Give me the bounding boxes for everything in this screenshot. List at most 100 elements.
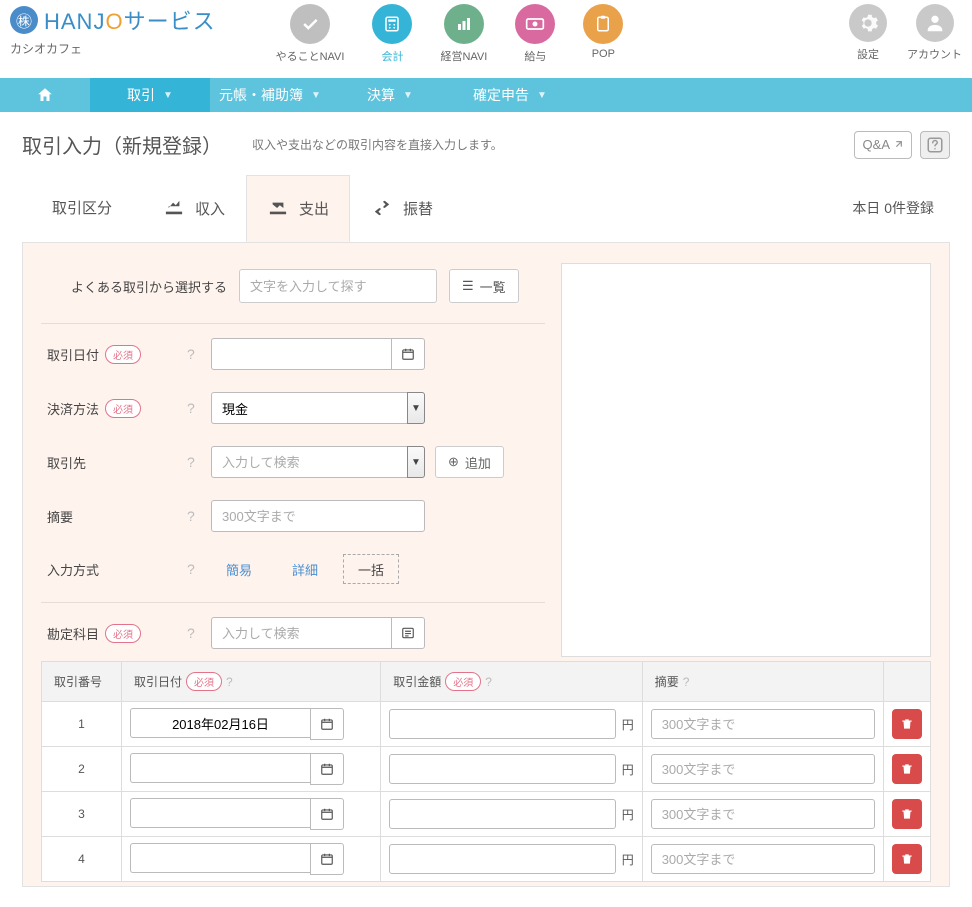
calendar-icon[interactable] [310, 753, 344, 785]
app-todo[interactable]: やることNAVI [276, 4, 345, 64]
nav-transactions[interactable]: 取引▼ [90, 78, 210, 112]
field-partner: 取引先 ? ▼ ⊕ 追加 [41, 432, 545, 486]
row-date-input[interactable] [130, 708, 310, 738]
help-icon[interactable]: ? [485, 675, 492, 689]
page-description: 収入や支出などの取引内容を直接入力します。 [252, 136, 503, 153]
nav-taxreturn[interactable]: 確定申告▼ [450, 78, 570, 112]
add-partner-button[interactable]: ⊕ 追加 [435, 446, 504, 478]
type-tab-income[interactable]: 収入 [142, 175, 246, 241]
top-right-controls: 設定 アカウント [849, 4, 962, 62]
required-badge: 必須 [105, 399, 141, 418]
home-icon [36, 86, 54, 104]
help-icon[interactable]: ? [187, 400, 211, 416]
app-switcher: やることNAVI 会計 経営NAVI 給与 POP [276, 4, 624, 64]
trash-icon [900, 717, 914, 731]
today-count: 本日 0件登録 [852, 198, 950, 218]
row-amount-input[interactable] [389, 709, 615, 739]
user-icon [916, 4, 954, 42]
brand-logo-icon: ㊑ [10, 6, 38, 34]
delete-row-button[interactable] [892, 844, 922, 874]
help-icon[interactable]: ? [187, 508, 211, 524]
nav-ledger[interactable]: 元帳・補助簿▼ [210, 78, 330, 112]
payment-method-select[interactable]: ▼ [211, 392, 425, 424]
calendar-icon[interactable] [391, 338, 425, 370]
required-badge: 必須 [105, 624, 141, 643]
calendar-icon[interactable] [310, 843, 344, 875]
row-summary-input[interactable] [651, 844, 875, 874]
type-tab-expense[interactable]: 支出 [246, 175, 350, 242]
table-row: 3円 [42, 792, 931, 837]
chevron-down-icon: ▼ [537, 90, 547, 101]
chevron-down-icon: ▼ [403, 90, 413, 101]
transaction-date-input[interactable] [211, 338, 391, 370]
mode-batch-button[interactable]: 一括 [343, 554, 399, 584]
app-management[interactable]: 経営NAVI [440, 4, 487, 64]
row-number: 1 [42, 702, 122, 747]
help-icon [926, 136, 944, 154]
nav-closing[interactable]: 決算▼ [330, 78, 450, 112]
payment-method-input[interactable] [211, 392, 407, 424]
top-header: ㊑ HANJOサービス カシオカフェ やることNAVI 会計 経営NAVI [0, 0, 972, 72]
table-row: 2円 [42, 747, 931, 792]
row-amount-input[interactable] [389, 754, 615, 784]
chevron-down-icon[interactable]: ▼ [407, 392, 425, 424]
common-transaction-search: よくある取引から選択する ☰ 一覧 [41, 263, 545, 324]
app-pop[interactable]: POP [583, 4, 623, 64]
nav-home[interactable] [0, 78, 90, 112]
search-input[interactable] [239, 269, 437, 303]
delete-row-button[interactable] [892, 754, 922, 784]
settings-button[interactable]: 設定 [849, 4, 887, 62]
external-icon [893, 140, 903, 150]
summary-input[interactable] [211, 500, 425, 532]
row-date-input[interactable] [130, 798, 310, 828]
required-badge: 必須 [105, 345, 141, 364]
help-icon[interactable]: ? [683, 675, 690, 689]
currency-label: 円 [622, 761, 634, 778]
col-date: 取引日付必須? [122, 662, 381, 702]
account-button[interactable]: アカウント [907, 4, 962, 62]
money-icon [515, 4, 555, 44]
delete-row-button[interactable] [892, 709, 922, 739]
mode-detail-button[interactable]: 詳細 [277, 554, 333, 584]
type-tab-transfer[interactable]: 振替 [350, 175, 454, 241]
calendar-icon[interactable] [310, 708, 344, 740]
row-number: 3 [42, 792, 122, 837]
row-summary-input[interactable] [651, 709, 875, 739]
field-account: 勘定科目 必須 ? [41, 603, 545, 657]
qa-button[interactable]: Q&A [854, 131, 912, 159]
transactions-table: 取引番号 取引日付必須? 取引金額必須? 摘要? 1円2円3円4円 [41, 661, 931, 882]
row-amount-input[interactable] [389, 799, 615, 829]
row-summary-input[interactable] [651, 799, 875, 829]
currency-label: 円 [622, 716, 634, 733]
mode-simple-button[interactable]: 簡易 [211, 554, 267, 584]
calculator-icon [372, 4, 412, 44]
help-icon[interactable]: ? [187, 454, 211, 470]
partner-select[interactable]: ▼ [211, 446, 425, 478]
row-date-input[interactable] [130, 843, 310, 873]
row-amount-input[interactable] [389, 844, 615, 874]
col-actions [884, 662, 931, 702]
help-icon[interactable]: ? [187, 346, 211, 362]
app-accounting[interactable]: 会計 [372, 4, 412, 64]
lookup-icon[interactable] [391, 617, 425, 649]
row-summary-input[interactable] [651, 754, 875, 784]
list-icon: ☰ [462, 278, 474, 294]
delete-row-button[interactable] [892, 799, 922, 829]
col-amount: 取引金額必須? [381, 662, 642, 702]
list-button[interactable]: ☰ 一覧 [449, 269, 519, 303]
help-icon[interactable]: ? [226, 675, 233, 689]
clipboard-icon [583, 4, 623, 44]
help-icon[interactable]: ? [187, 625, 211, 641]
calendar-icon[interactable] [310, 798, 344, 830]
help-icon[interactable]: ? [187, 561, 211, 577]
partner-input[interactable] [211, 446, 407, 478]
income-icon [163, 199, 185, 217]
form-panel: よくある取引から選択する ☰ 一覧 取引日付 必須 ? [22, 243, 950, 887]
page-header: 取引入力（新規登録） 収入や支出などの取引内容を直接入力します。 Q&A [0, 112, 972, 173]
help-button[interactable] [920, 131, 950, 159]
plus-icon: ⊕ [448, 454, 459, 470]
chevron-down-icon[interactable]: ▼ [407, 446, 425, 478]
app-payroll[interactable]: 給与 [515, 4, 555, 64]
row-date-input[interactable] [130, 753, 310, 783]
account-input[interactable] [211, 617, 391, 649]
